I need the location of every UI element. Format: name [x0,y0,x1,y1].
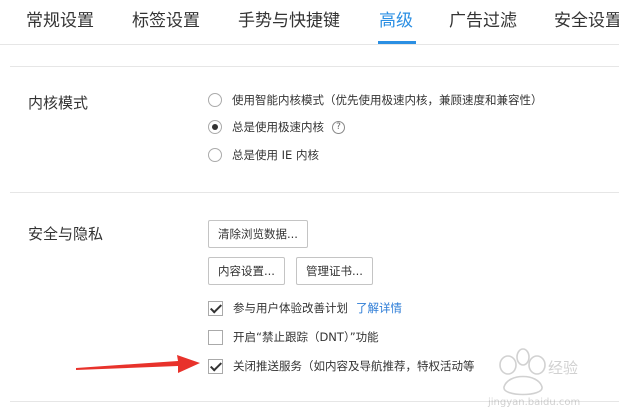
settings-page: 常规设置 标签设置 手势与快捷键 高级 广告过滤 安全设置 内核模式 使用智能内… [0,0,619,409]
red-arrow-icon [76,355,200,373]
